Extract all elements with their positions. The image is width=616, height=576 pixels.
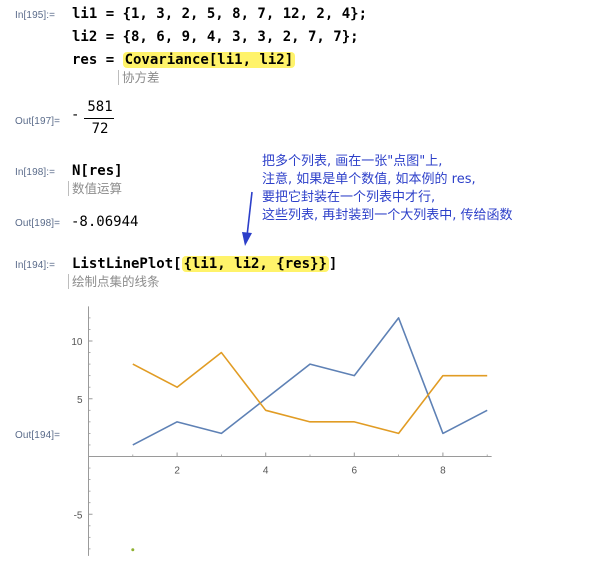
y-tick-label: -5 xyxy=(74,510,83,521)
y-tick-label: 5 xyxy=(77,395,83,406)
line-plot: 2 4 6 8 10 5 -5 xyxy=(71,306,492,556)
y-tick-label: 10 xyxy=(71,337,83,348)
x-tick-label: 6 xyxy=(352,466,358,477)
x-tick-label: 4 xyxy=(263,466,269,477)
x-tick-label: 2 xyxy=(174,466,180,477)
series-1-line xyxy=(132,317,488,446)
x-tick-label: 8 xyxy=(440,466,446,477)
series-3-point xyxy=(131,548,135,552)
